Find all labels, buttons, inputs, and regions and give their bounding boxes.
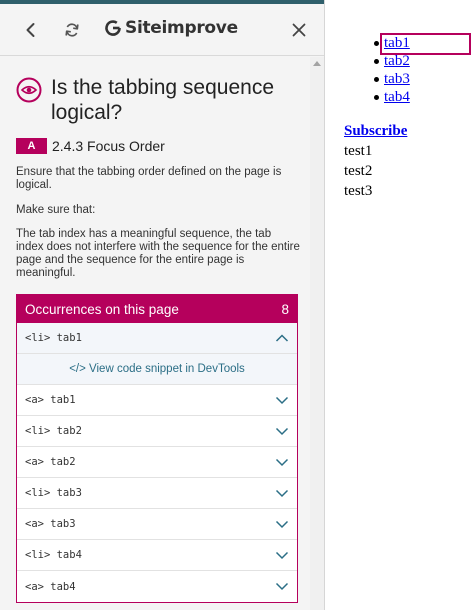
highlighted-element-outline [380,33,471,55]
chevron-down-icon [275,427,289,436]
occurrence-item[interactable]: <li> tab3 [17,478,297,509]
snippet-row: </> View code snippet in DevTools [17,354,297,385]
tab-link[interactable]: tab2 [384,53,410,69]
bullet-icon [374,59,379,64]
occurrence-item[interactable]: <a> tab2 [17,447,297,478]
level-badge: A [16,138,47,154]
bullet-icon [374,41,379,46]
issue-title: Is the tabbing sequence logical? [51,76,275,124]
panel-header: Siteimprove [0,4,324,56]
occurrence-item[interactable]: <a> tab3 [17,509,297,540]
chevron-down-icon [275,551,289,560]
occurrence-code: <li> tab3 [25,487,82,499]
occurrences-count: 8 [281,301,289,317]
occurrences-title: Occurrences on this page [25,301,179,317]
close-button[interactable] [285,16,313,44]
siteimprove-panel: Siteimprove Is the tabbing sequence logi… [0,0,325,610]
refresh-icon [65,23,79,37]
bullet-icon [374,77,379,82]
occurrence-item[interactable]: <a> tab1 [17,385,297,416]
tested-page: tab1 tab2 tab3 tab4 Subscribe test1 test… [326,0,472,610]
test-text: test1 [344,143,373,159]
success-criterion: 2.4.3 Focus Order [52,138,165,154]
occurrence-item[interactable]: <a> tab4 [17,571,297,602]
occurrences-panel: Occurrences on this page 8 <li> tab1 </>… [16,294,298,603]
chevron-down-icon [275,458,289,467]
tab-list-item: tab3 [344,70,410,88]
occurrence-item[interactable]: <li> tab1 [17,323,297,354]
tab-list-item: tab4 [344,88,410,106]
subscribe-link[interactable]: Subscribe [344,123,407,140]
occurrences-header: Occurrences on this page 8 [17,295,297,323]
eye-icon [16,77,42,103]
issue-details: The tab index has a meaningful sequence,… [16,228,300,279]
close-icon [292,23,306,37]
back-button[interactable] [17,16,45,44]
tab-link[interactable]: tab3 [384,71,410,87]
occurrence-code: <li> tab4 [25,549,82,561]
occurrence-item[interactable]: <li> tab2 [17,416,297,447]
panel-content: Is the tabbing sequence logical? A 2.4.3… [0,57,310,610]
occurrence-code: <li> tab1 [25,332,82,344]
occurrence-code: <li> tab2 [25,425,82,437]
chevron-up-icon [275,334,289,342]
test-text: test3 [344,183,373,199]
occurrence-code: <a> tab2 [25,456,76,468]
logo-text: Siteimprove [125,18,238,38]
occurrence-code: <a> tab3 [25,518,76,530]
chevron-down-icon [275,520,289,529]
refresh-button[interactable] [58,16,86,44]
conformance-row: A 2.4.3 Focus Order [16,138,165,154]
scroll-up-arrow-icon[interactable] [313,61,321,66]
occurrence-code: <a> tab4 [25,580,76,593]
view-code-snippet-link[interactable]: </> View code snippet in DevTools [69,363,245,375]
chevron-down-icon [275,489,289,498]
test-text: test2 [344,163,373,179]
tab-link[interactable]: tab4 [384,89,410,105]
siteimprove-logo: Siteimprove [104,18,238,38]
panel-scrollbar[interactable] [310,57,324,610]
siteimprove-logo-icon [105,20,121,36]
occurrence-item[interactable]: <li> tab4 [17,540,297,571]
chevron-left-icon [26,23,35,37]
occurrence-code: <a> tab1 [25,394,76,406]
chevron-down-icon [275,582,289,591]
issue-description: Ensure that the tabbing order defined on… [16,166,282,191]
bullet-icon [374,95,379,100]
make-sure-label: Make sure that: [16,204,96,216]
chevron-down-icon [275,396,289,405]
